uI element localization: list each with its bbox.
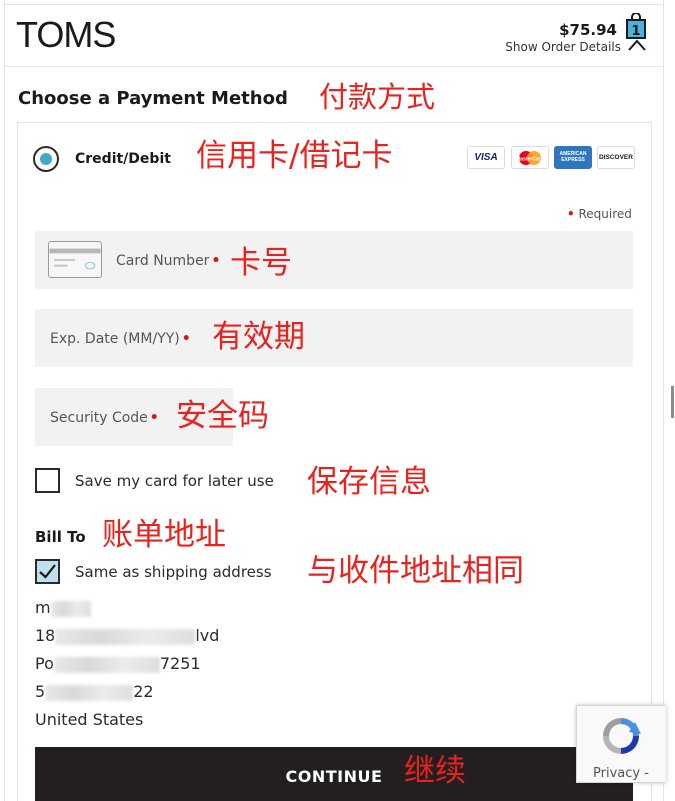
annotation-payment-method: 付款方式 bbox=[319, 80, 436, 114]
recaptcha-icon bbox=[603, 718, 641, 754]
annotation-exp-date: 有效期 bbox=[212, 319, 305, 355]
page-frame-left bbox=[4, 0, 5, 801]
svg-text:MasterCard: MasterCard bbox=[516, 156, 544, 162]
shopping-bag-icon[interactable]: 1 bbox=[625, 13, 647, 39]
checkmark-icon bbox=[39, 564, 56, 579]
required-dot: • bbox=[567, 207, 575, 221]
order-total: $75.94 bbox=[559, 21, 617, 39]
page-frame-right bbox=[663, 0, 664, 801]
show-order-details-link[interactable]: Show Order Details bbox=[505, 40, 621, 54]
toms-logo[interactable]: TOMS bbox=[16, 17, 116, 53]
redacted-block bbox=[50, 600, 91, 617]
address-line-country: United States bbox=[35, 710, 144, 729]
card-number-placeholder: Card Number • bbox=[116, 253, 221, 269]
same-as-shipping-checkbox[interactable] bbox=[35, 559, 60, 584]
annotation-card-number: 卡号 bbox=[230, 245, 292, 281]
exp-date-field[interactable]: Exp. Date (MM/YY) • bbox=[35, 309, 633, 367]
scrollbar-thumb[interactable] bbox=[671, 386, 674, 418]
same-as-shipping-label[interactable]: Same as shipping address bbox=[75, 563, 272, 581]
continue-label: CONTINUE bbox=[285, 767, 383, 786]
continue-button[interactable]: CONTINUE bbox=[35, 747, 633, 801]
discover-logo: DISCOVER bbox=[597, 146, 635, 169]
bag-count: 1 bbox=[631, 24, 640, 39]
bill-to-heading: Bill To bbox=[35, 528, 86, 546]
annotation-continue: 继续 bbox=[404, 753, 466, 789]
annotation-credit-debit: 信用卡/借记卡 bbox=[196, 138, 393, 174]
required-label: Required bbox=[578, 207, 632, 221]
recaptcha-privacy-link[interactable]: Privacy - bbox=[593, 766, 649, 781]
address-line-street: 18 lvd bbox=[35, 626, 220, 645]
redacted-block bbox=[53, 656, 160, 673]
save-card-label[interactable]: Save my card for later use bbox=[75, 472, 274, 490]
security-code-placeholder: Security Code • bbox=[50, 410, 159, 426]
credit-debit-radio[interactable] bbox=[33, 146, 59, 172]
amex-logo: AMERICAN EXPRESS bbox=[554, 146, 592, 169]
annotation-same-as-shipping: 与收件地址相同 bbox=[307, 553, 524, 589]
credit-card-icon bbox=[48, 241, 102, 278]
radio-selected-dot bbox=[40, 153, 52, 165]
save-card-checkbox[interactable] bbox=[35, 468, 60, 493]
redacted-block bbox=[45, 684, 134, 701]
address-line-name: m bbox=[35, 598, 91, 617]
exp-date-placeholder: Exp. Date (MM/YY) • bbox=[50, 331, 191, 347]
required-legend: • Required bbox=[567, 207, 632, 221]
redacted-block bbox=[55, 628, 196, 645]
address-line-phone: 5 22 bbox=[35, 682, 154, 701]
checkout-header: TOMS $75.94 Show Order Details bbox=[5, 5, 663, 67]
recaptcha-badge[interactable]: Privacy - bbox=[576, 705, 666, 783]
annotation-bill-to: 账单地址 bbox=[102, 517, 226, 553]
address-line-city: Po 7251 bbox=[35, 654, 201, 673]
chevron-up-icon[interactable] bbox=[627, 38, 647, 52]
payment-method-heading: Choose a Payment Method bbox=[18, 88, 288, 109]
annotation-security-code: 安全码 bbox=[176, 398, 269, 434]
annotation-save-card: 保存信息 bbox=[307, 464, 431, 500]
visa-logo: VISA bbox=[467, 146, 505, 169]
credit-debit-label[interactable]: Credit/Debit bbox=[75, 151, 171, 167]
card-number-field[interactable]: Card Number • bbox=[35, 231, 633, 289]
mastercard-logo: MasterCard bbox=[511, 146, 549, 169]
